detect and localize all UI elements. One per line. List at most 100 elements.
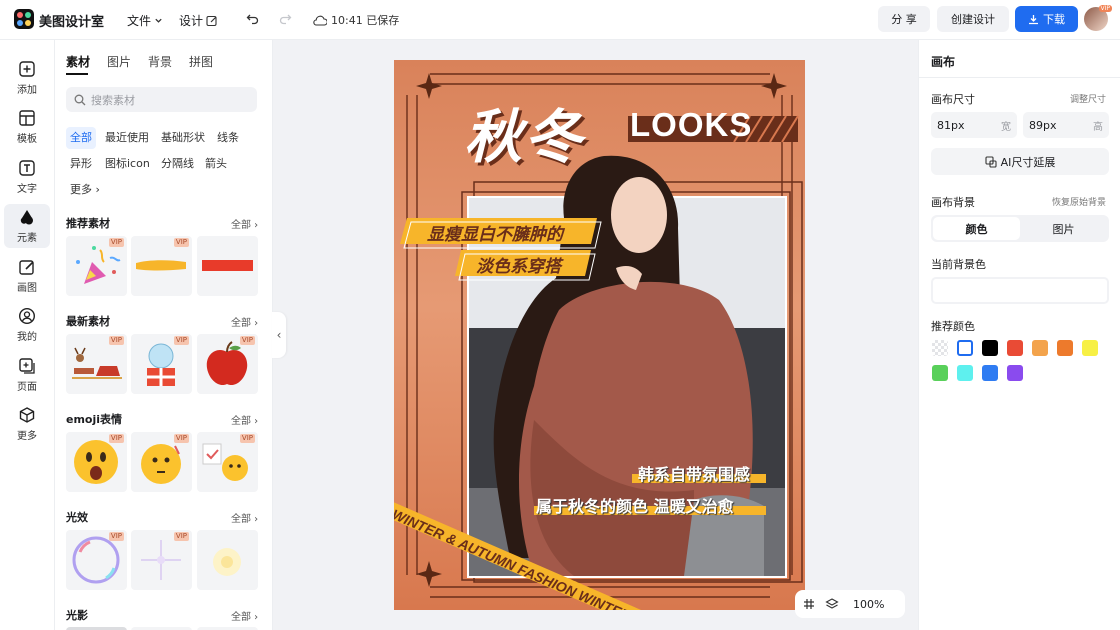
asset-thumb-brush-stroke[interactable]: VIP xyxy=(131,236,192,296)
rail-item-draw[interactable]: 画图 xyxy=(4,254,50,298)
zoom-level[interactable]: 100% xyxy=(853,598,884,611)
rail-item-template[interactable]: 模板 xyxy=(4,105,50,149)
asset-thumb-sparkle[interactable]: VIP xyxy=(131,530,192,590)
color-swatch[interactable] xyxy=(982,340,998,356)
rail-item-mine[interactable]: 我的 xyxy=(4,303,50,347)
avatar[interactable]: VIP xyxy=(1084,5,1112,31)
asset-thumb-apple[interactable]: VIP xyxy=(197,334,258,394)
current-bg-color-field[interactable] xyxy=(931,277,1109,304)
height-field[interactable]: 89px 高 xyxy=(1023,112,1109,138)
width-field[interactable]: 81px 宽 xyxy=(931,112,1017,138)
search-input[interactable]: 搜索素材 xyxy=(66,87,257,112)
asset-tabs: 素材 图片 背景 拼图 xyxy=(66,53,230,70)
design-menu[interactable]: 设计 xyxy=(179,12,218,29)
vip-badge: VIP xyxy=(239,434,255,443)
design-canvas[interactable]: 秋冬 LOOKS 显瘦显白不臃肿的 淡色系穿搭 韩系自带氛围感 属于秋冬的颜色 … xyxy=(394,60,805,610)
color-swatch[interactable] xyxy=(932,365,948,381)
poster-tag-1[interactable]: 显瘦显白不臃肿的 xyxy=(427,220,563,245)
collapse-panel-button[interactable]: ‹ xyxy=(272,312,286,358)
asset-thumb-chick-emoji[interactable]: VIP xyxy=(197,432,258,492)
rail-label-mine: 我的 xyxy=(17,332,37,343)
section-all-light-shadow[interactable]: 全部 › xyxy=(231,608,258,623)
resize-link[interactable]: 调整尺寸 xyxy=(1070,92,1106,105)
rail-item-more[interactable]: 更多 xyxy=(4,402,50,446)
rail-label-text: 文字 xyxy=(17,184,37,195)
plus-square-icon xyxy=(18,60,36,78)
poster-caption-1[interactable]: 韩系自带氛围感 xyxy=(638,461,750,485)
section-all-latest[interactable]: 全部 › xyxy=(231,314,258,329)
tab-materials[interactable]: 素材 xyxy=(66,53,107,70)
poster-caption-2[interactable]: 属于秋冬的颜色 温暖又治愈 xyxy=(536,493,734,517)
save-status: 10:41 已保存 xyxy=(313,12,399,28)
tab-backgrounds[interactable]: 背景 xyxy=(148,53,189,70)
share-button[interactable]: 分 享 xyxy=(878,6,930,32)
page-add-icon xyxy=(18,357,36,375)
rail-item-pages[interactable]: 页面 xyxy=(4,353,50,397)
color-swatch[interactable] xyxy=(932,340,948,356)
chip-basic-shapes[interactable]: 基础形状 xyxy=(157,127,209,149)
vip-badge: VIP xyxy=(173,434,189,443)
vip-badge: VIP xyxy=(108,532,124,541)
vip-badge: VIP xyxy=(108,336,124,345)
reset-background-link[interactable]: 恢复原始背景 xyxy=(1052,195,1106,208)
app-title[interactable]: 美图设计室 xyxy=(39,11,104,30)
width-unit: 宽 xyxy=(1001,121,1011,133)
chip-dividers[interactable]: 分隔线 xyxy=(157,153,198,175)
chip-lines[interactable]: 线条 xyxy=(213,127,243,149)
poster-title-cn[interactable]: 秋冬 xyxy=(464,90,584,174)
color-swatch[interactable] xyxy=(957,340,973,356)
color-swatch[interactable] xyxy=(1032,340,1048,356)
section-all-light-effects[interactable]: 全部 › xyxy=(231,510,258,525)
asset-thumb-red-bar[interactable] xyxy=(197,236,258,296)
panel-title: 画布 xyxy=(931,55,956,69)
color-swatch[interactable] xyxy=(957,365,973,381)
chip-recent[interactable]: 最近使用 xyxy=(101,127,153,149)
asset-thumb-bubble[interactable]: VIP xyxy=(66,530,127,590)
poster-title-en[interactable]: LOOKS xyxy=(630,106,752,144)
color-swatch[interactable] xyxy=(1007,365,1023,381)
tab-collage[interactable]: 拼图 xyxy=(189,53,230,70)
rail-label-elements: 元素 xyxy=(17,233,37,244)
user-icon xyxy=(18,307,36,325)
color-swatch[interactable] xyxy=(1007,340,1023,356)
download-button[interactable]: 下载 xyxy=(1015,6,1078,32)
grid-icon[interactable] xyxy=(803,598,815,610)
color-swatch[interactable] xyxy=(1057,340,1073,356)
asset-thumb-glow[interactable] xyxy=(197,530,258,590)
chip-arrows[interactable]: 箭头 xyxy=(201,153,231,175)
app-logo-icon[interactable] xyxy=(14,9,34,29)
chip-icons[interactable]: 图标icon xyxy=(101,153,154,175)
section-all-recommended[interactable]: 全部 › xyxy=(231,216,258,231)
zoom-bar: 100% xyxy=(795,590,905,618)
asset-thumb-thinking-emoji[interactable]: VIP xyxy=(131,432,192,492)
create-design-button[interactable]: 创建设计 xyxy=(937,6,1009,32)
chip-irregular[interactable]: 异形 xyxy=(66,153,96,175)
layers-icon[interactable] xyxy=(825,597,839,611)
section-all-label: 全部 xyxy=(231,416,251,427)
asset-thumb-party-popper[interactable]: VIP xyxy=(66,236,127,296)
rail-item-elements[interactable]: 元素 xyxy=(4,204,50,248)
rail-item-text[interactable]: 文字 xyxy=(4,155,50,199)
undo-icon[interactable] xyxy=(246,12,260,26)
vip-badge: VIP xyxy=(108,434,124,443)
template-icon xyxy=(18,109,36,127)
color-swatch[interactable] xyxy=(1082,340,1098,356)
redo-icon[interactable] xyxy=(278,12,292,26)
asset-thumb-shocked-emoji[interactable]: VIP xyxy=(66,432,127,492)
tab-color[interactable]: 颜色 xyxy=(933,217,1020,240)
color-swatch[interactable] xyxy=(982,365,998,381)
section-title-light-effects: 光效 xyxy=(66,511,88,524)
rail-item-add[interactable]: 添加 xyxy=(4,56,50,100)
pen-icon xyxy=(18,258,36,276)
chip-more[interactable]: 更多 › xyxy=(66,179,104,201)
asset-thumb-snow-globe[interactable]: VIP xyxy=(131,334,192,394)
ai-resize-button[interactable]: AI尺寸延展 xyxy=(931,148,1109,175)
section-all-emoji[interactable]: 全部 › xyxy=(231,412,258,427)
tab-image[interactable]: 图片 xyxy=(1020,217,1107,240)
asset-thumb-reindeer-sleigh[interactable]: VIP xyxy=(66,334,127,394)
poster-tag-2[interactable]: 淡色系穿搭 xyxy=(476,252,561,277)
tab-images[interactable]: 图片 xyxy=(107,53,148,70)
chip-all[interactable]: 全部 xyxy=(66,127,96,149)
ai-resize-label: AI尺寸延展 xyxy=(1000,155,1056,169)
file-menu[interactable]: 文件 xyxy=(127,12,163,29)
